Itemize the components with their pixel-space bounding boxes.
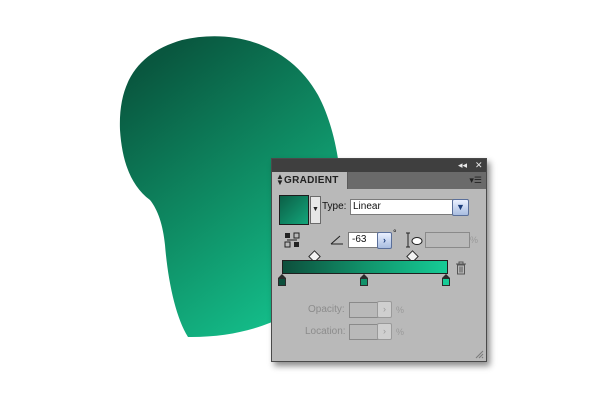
location-stepper-button: › bbox=[377, 323, 392, 340]
aspect-percent: % bbox=[470, 235, 479, 245]
opacity-label: Opacity: bbox=[308, 304, 345, 315]
chevron-down-icon[interactable]: ▼ bbox=[452, 199, 469, 216]
opacity-input bbox=[349, 302, 379, 318]
gradient-stop[interactable] bbox=[278, 274, 286, 286]
degree-symbol: ° bbox=[393, 228, 397, 238]
type-value: Linear bbox=[353, 201, 381, 212]
aspect-ratio-input[interactable] bbox=[425, 232, 470, 248]
location-percent: % bbox=[396, 327, 405, 337]
angle-icon bbox=[330, 235, 343, 245]
type-label: Type: bbox=[322, 201, 347, 212]
panel-titlebar[interactable]: ◂◂ ✕ bbox=[272, 159, 486, 172]
panel-tab-row: ▲ ▼ GRADIENT ▾☰ bbox=[272, 172, 486, 189]
gradient-stop[interactable] bbox=[360, 274, 368, 286]
tab-label: GRADIENT bbox=[284, 175, 339, 186]
gradient-panel: ◂◂ ✕ ▲ ▼ GRADIENT ▾☰ ▼ Type: Linear ▼ -63… bbox=[271, 158, 487, 362]
type-select[interactable]: Linear bbox=[350, 199, 468, 215]
location-input bbox=[349, 324, 379, 340]
reverse-gradient-icon[interactable] bbox=[284, 232, 300, 248]
panel-menu-button[interactable]: ▾☰ bbox=[469, 175, 482, 186]
collapse-button[interactable]: ◂◂ bbox=[458, 159, 467, 172]
tab-gradient[interactable]: ▲ ▼ GRADIENT bbox=[272, 172, 348, 189]
trash-icon[interactable] bbox=[455, 261, 467, 275]
gradient-swatch[interactable] bbox=[279, 195, 309, 225]
opacity-percent: % bbox=[396, 305, 405, 315]
tab-arrows-icon: ▲ ▼ bbox=[276, 172, 284, 187]
gradient-stop[interactable] bbox=[442, 274, 450, 286]
resize-grip-icon[interactable] bbox=[474, 349, 484, 359]
close-button[interactable]: ✕ bbox=[475, 159, 483, 172]
opacity-stepper-button: › bbox=[377, 301, 392, 318]
location-label: Location: bbox=[305, 326, 346, 337]
aspect-ratio-icon bbox=[406, 232, 423, 248]
swatch-dropdown-button[interactable]: ▼ bbox=[310, 196, 321, 224]
gradient-slider[interactable] bbox=[282, 260, 448, 274]
angle-stepper-button[interactable]: › bbox=[377, 232, 392, 249]
